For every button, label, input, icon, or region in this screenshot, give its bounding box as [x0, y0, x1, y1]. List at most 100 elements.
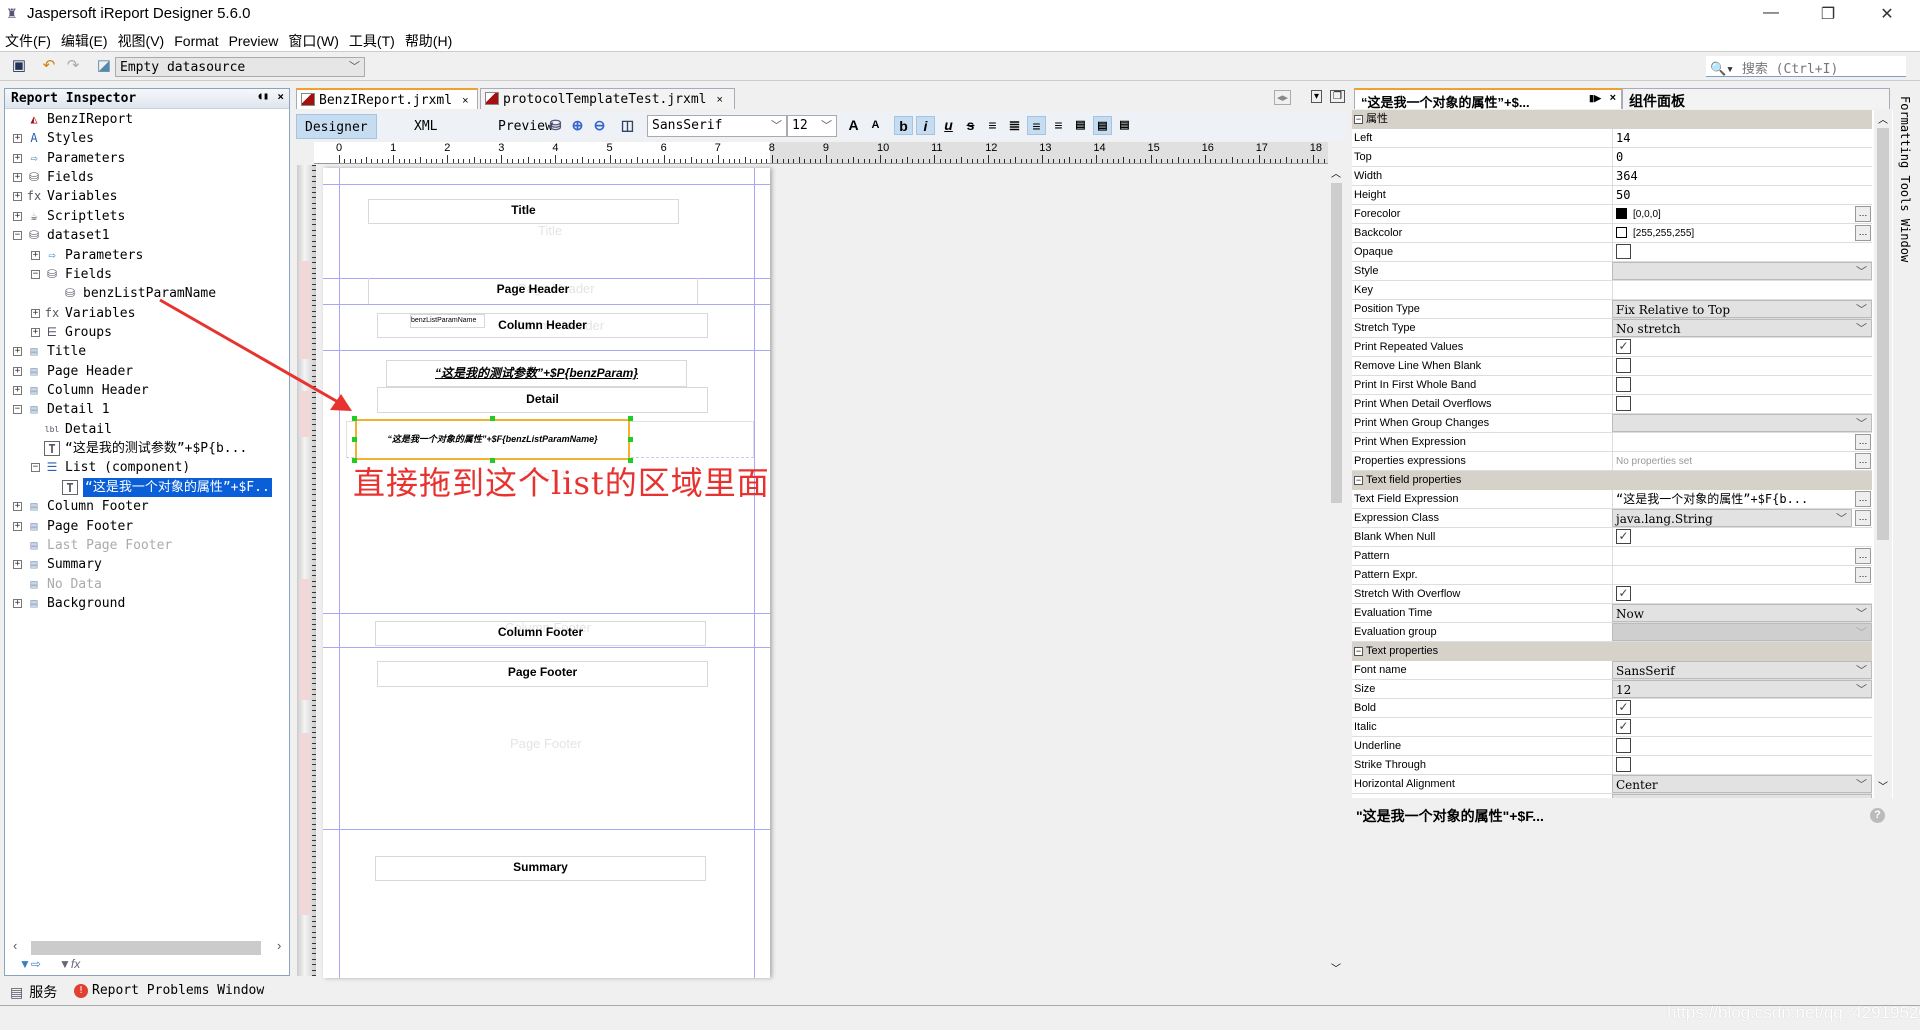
- expand-icon[interactable]: +: [13, 366, 22, 376]
- report-properties-icon[interactable]: ◫: [618, 116, 637, 135]
- checkbox[interactable]: [1616, 396, 1631, 411]
- menu-format[interactable]: Format: [174, 33, 218, 49]
- tree-item[interactable]: ▤ Last Page Footer: [5, 536, 289, 555]
- tree-item[interactable]: − ▤ Detail 1: [5, 400, 289, 419]
- tree-item[interactable]: + ▤ Page Footer: [5, 517, 289, 536]
- ellipsis-button[interactable]: …: [1855, 491, 1871, 507]
- resize-handle[interactable]: [352, 437, 357, 442]
- checkbox[interactable]: [1616, 244, 1631, 259]
- tree-item[interactable]: + ⇨ Parameters: [5, 246, 289, 265]
- tree-item[interactable]: + ▤ Background: [5, 594, 289, 613]
- tree-item[interactable]: − ⛁ dataset1: [5, 226, 289, 245]
- expand-icon[interactable]: +: [13, 599, 22, 608]
- tree-item[interactable]: ◭ BenzIReport: [5, 110, 289, 129]
- ellipsis-button[interactable]: …: [1855, 548, 1871, 564]
- align-left-icon[interactable]: ≡: [983, 116, 1002, 135]
- save-all-icon[interactable]: ▣: [10, 57, 28, 75]
- font-size-select[interactable]: 12 ﹀: [787, 115, 837, 137]
- tree-item[interactable]: − ☰ List (component): [5, 458, 289, 477]
- datasource-select[interactable]: Empty datasource ﹀: [115, 57, 365, 77]
- property-value[interactable]: [1612, 395, 1872, 413]
- close-tab-icon[interactable]: ×: [717, 94, 723, 106]
- checkbox[interactable]: ✓: [1616, 586, 1631, 601]
- datasource-icon[interactable]: ◪: [95, 57, 113, 75]
- property-value[interactable]: No stretch ﹀: [1612, 319, 1872, 337]
- property-section[interactable]: − Text field properties: [1352, 471, 1872, 490]
- decrease-font-icon[interactable]: A: [866, 116, 885, 135]
- redo-icon[interactable]: ↷: [64, 57, 82, 75]
- collapse-icon[interactable]: −: [31, 269, 40, 279]
- maximize-window-icon[interactable]: ❐: [1330, 90, 1345, 103]
- horizontal-scrollbar[interactable]: ‹ ›: [11, 938, 283, 956]
- property-value[interactable]: 364: [1612, 167, 1872, 185]
- property-value[interactable]: ✓: [1612, 585, 1872, 603]
- tree-item[interactable]: + ⛁ Fields: [5, 168, 289, 187]
- tab-properties[interactable]: “这是我一个对象的属性”+$... ▮▶ ×: [1354, 88, 1622, 110]
- menu-edit[interactable]: 编辑(E): [61, 31, 108, 51]
- ellipsis-button[interactable]: …: [1855, 206, 1871, 222]
- undo-icon[interactable]: ↶: [40, 57, 58, 75]
- tree-item[interactable]: + ☕ Scriptlets: [5, 207, 289, 226]
- scroll-thumb[interactable]: [1877, 128, 1889, 540]
- expand-icon[interactable]: +: [13, 134, 22, 144]
- ellipsis-button[interactable]: …: [1855, 225, 1871, 241]
- checkbox[interactable]: ✓: [1616, 719, 1631, 734]
- tab-list-icon[interactable]: ▾: [1311, 90, 1323, 103]
- property-value[interactable]: ﹀: [1612, 623, 1872, 641]
- align-top-icon[interactable]: ▤: [1071, 116, 1090, 135]
- property-value[interactable]: [0,0,0]: [1612, 205, 1872, 223]
- tree-item[interactable]: + ▤ Column Footer: [5, 497, 289, 516]
- tree-item[interactable]: + ▤ Summary: [5, 555, 289, 574]
- expand-icon[interactable]: +: [13, 347, 22, 357]
- search-input[interactable]: 🔍▾ 搜索 (Ctrl+I): [1706, 56, 1906, 77]
- property-value[interactable]: [1612, 376, 1872, 394]
- detail-static-text[interactable]: Detail: [377, 387, 708, 413]
- property-value[interactable]: [1612, 756, 1872, 774]
- scroll-thumb[interactable]: [31, 941, 261, 955]
- expand-icon[interactable]: +: [31, 308, 40, 318]
- menu-help[interactable]: 帮助(H): [405, 31, 452, 51]
- property-value[interactable]: “这是我一个对象的属性”+$F{b...: [1612, 490, 1872, 508]
- expand-icon[interactable]: +: [13, 502, 22, 512]
- tree-item[interactable]: T “这是我一个对象的属性”+$F..: [5, 477, 289, 497]
- help-icon[interactable]: ?: [1870, 808, 1885, 823]
- property-value[interactable]: ✓: [1612, 338, 1872, 356]
- property-value[interactable]: ✓: [1612, 718, 1872, 736]
- italic-icon[interactable]: i: [916, 116, 935, 135]
- property-value[interactable]: [1612, 281, 1872, 299]
- zoom-out-icon[interactable]: ⊖: [590, 116, 609, 135]
- collapse-icon[interactable]: −: [31, 463, 40, 473]
- expand-icon[interactable]: +: [13, 560, 22, 570]
- collapse-icon[interactable]: −: [1354, 647, 1363, 656]
- tree-item[interactable]: + ▤ Title: [5, 342, 289, 361]
- resize-handle[interactable]: [628, 437, 633, 442]
- ellipsis-button[interactable]: …: [1855, 453, 1871, 469]
- maximize-button[interactable]: ❐: [1813, 4, 1843, 24]
- expand-icon[interactable]: +: [13, 521, 22, 531]
- minimize-panel-icon[interactable]: ◖▮: [257, 91, 269, 102]
- variable-filter-icon[interactable]: ▼fx: [59, 957, 80, 971]
- tab-scroll-icon[interactable]: ◂▸: [1274, 90, 1292, 105]
- checkbox[interactable]: [1616, 358, 1631, 373]
- expand-icon[interactable]: +: [31, 250, 40, 260]
- bold-icon[interactable]: b: [894, 116, 913, 135]
- properties-scrollbar[interactable]: ︿ ﹀: [1874, 110, 1892, 798]
- tab-protocoltemplatetest[interactable]: protocolTemplateTest.jrxml ×: [480, 88, 735, 109]
- tree-item[interactable]: + ⋿ Groups: [5, 323, 289, 342]
- property-value[interactable]: ✓: [1612, 528, 1872, 546]
- property-value[interactable]: SansSerif ﹀: [1612, 661, 1872, 679]
- align-justify-icon[interactable]: ≣: [1005, 116, 1024, 135]
- tab-benzireport[interactable]: BenzIReport.jrxml ×: [296, 88, 478, 109]
- view-designer[interactable]: Designer: [296, 114, 377, 139]
- property-section[interactable]: − Text properties: [1352, 642, 1872, 661]
- property-value[interactable]: Center ﹀: [1612, 775, 1872, 793]
- property-value[interactable]: ﹀: [1612, 262, 1872, 280]
- expand-icon[interactable]: +: [13, 192, 22, 202]
- property-value[interactable]: ﹀: [1612, 414, 1872, 432]
- align-bottom-icon[interactable]: ▤: [1115, 116, 1134, 135]
- property-value[interactable]: java.lang.String ﹀: [1612, 509, 1852, 527]
- property-value[interactable]: [1612, 547, 1872, 565]
- property-value[interactable]: [255,255,255]: [1612, 224, 1872, 242]
- property-value[interactable]: 12 ﹀: [1612, 680, 1872, 698]
- collapse-icon[interactable]: −: [13, 231, 22, 241]
